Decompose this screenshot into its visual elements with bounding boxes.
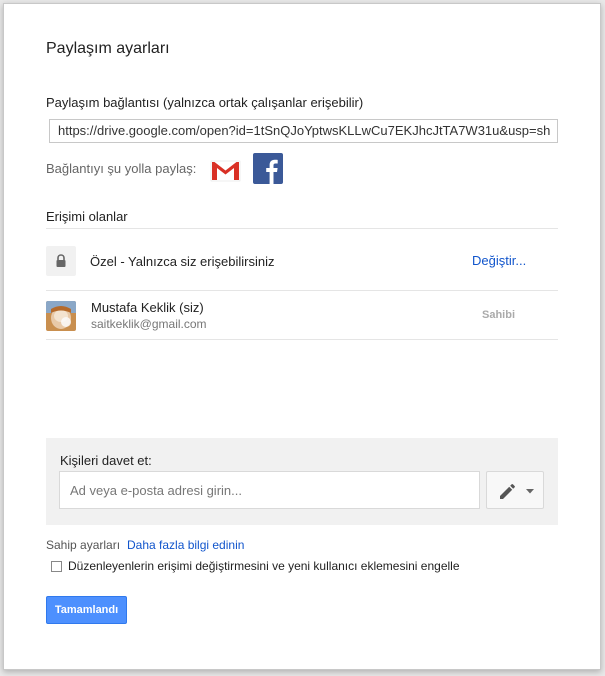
share-settings-dialog: Paylaşım ayarları Paylaşım bağlantısı (y… (3, 3, 601, 670)
share-link-label: Paylaşım bağlantısı (yalnızca ortak çalı… (46, 95, 364, 110)
change-access-link[interactable]: Değiştir... (472, 253, 526, 268)
permission-dropdown-button[interactable] (486, 471, 544, 509)
facebook-icon[interactable] (253, 153, 283, 184)
person-name: Mustafa Keklik (siz) (91, 300, 204, 315)
person-role: Sahibi (482, 309, 516, 321)
divider (46, 290, 558, 291)
share-via-label: Bağlantıyı şu yolla paylaş: (46, 161, 197, 176)
restrict-editors-checkbox[interactable] (51, 561, 62, 572)
learn-more-link[interactable]: Daha fazla bilgi edinin (127, 538, 244, 552)
invite-label: Kişileri davet et: (60, 453, 152, 468)
pencil-icon (500, 484, 515, 499)
gmail-icon[interactable] (209, 155, 242, 185)
person-email: saitkeklik@gmail.com (91, 317, 207, 331)
lock-icon (56, 254, 66, 267)
access-section-title: Erişimi olanlar (46, 209, 128, 224)
invite-input[interactable] (59, 471, 480, 509)
avatar (46, 301, 76, 331)
done-button[interactable]: Tamamlandı (46, 596, 127, 624)
privacy-icon-box (46, 246, 76, 276)
share-link-field[interactable]: https://drive.google.com/open?id=1tSnQJo… (49, 119, 558, 143)
restrict-editors-label[interactable]: Düzenleyenlerin erişimi değiştirmesini v… (68, 559, 460, 573)
chevron-down-icon (526, 489, 534, 494)
owner-settings-label: Sahip ayarları (46, 538, 121, 552)
invite-panel: Kişileri davet et: (46, 438, 558, 525)
privacy-status-text: Özel - Yalnızca siz erişebilirsiniz (90, 254, 275, 269)
divider (46, 228, 558, 229)
dialog-title: Paylaşım ayarları (46, 40, 170, 57)
divider (46, 339, 558, 340)
